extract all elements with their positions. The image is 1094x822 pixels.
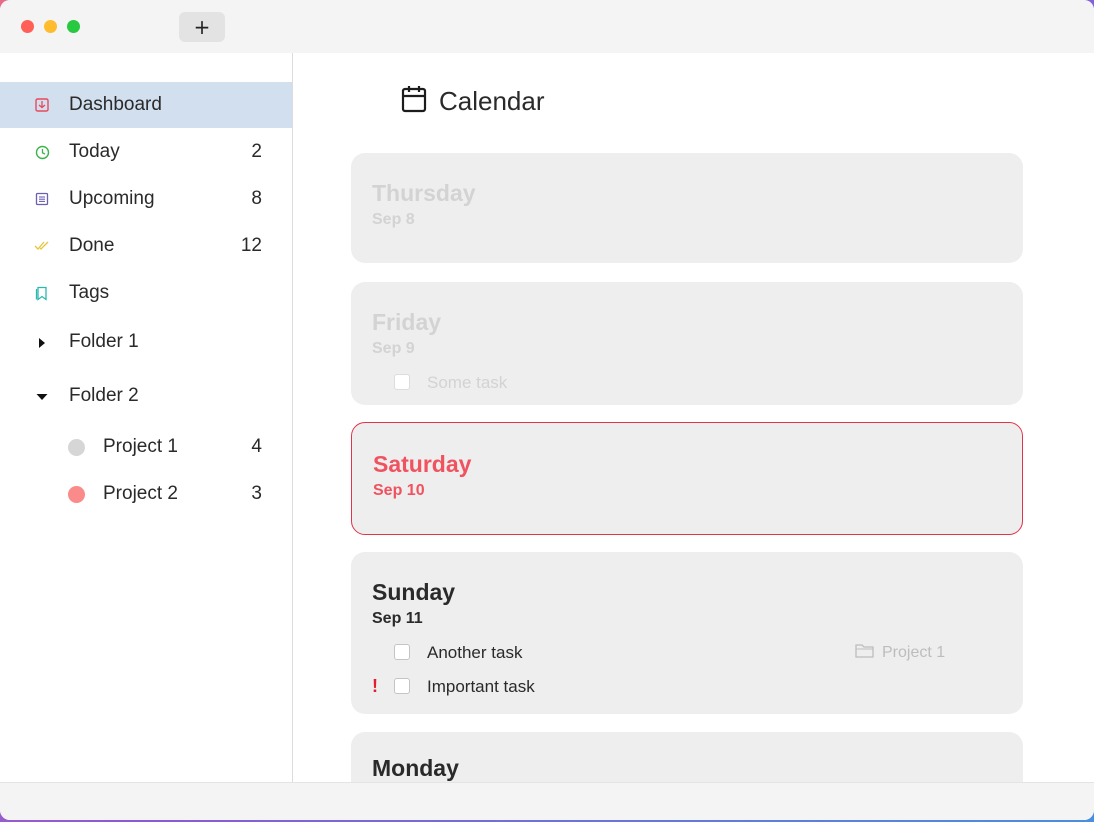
sidebar-item-label: Upcoming	[69, 188, 155, 209]
sidebar-folder-2[interactable]: Folder 2	[0, 373, 292, 419]
sidebar-item-project-1[interactable]: Project 1 4	[0, 424, 292, 470]
title-bar: +	[0, 0, 1094, 53]
project-color-dot	[68, 438, 85, 456]
task-row: ! Important task	[351, 675, 1023, 699]
sidebar-item-tags[interactable]: Tags	[0, 270, 292, 316]
sidebar-item-count: 2	[251, 141, 262, 162]
project-label: Project 1	[103, 436, 178, 457]
day-name: Thursday	[372, 180, 476, 206]
folder-label: Folder 2	[69, 385, 139, 406]
chevron-right-icon[interactable]	[36, 336, 48, 348]
task-title[interactable]: Some task	[427, 373, 507, 393]
calendar-icon	[401, 85, 427, 118]
day-card-thursday[interactable]: Thursday Sep 8	[351, 153, 1023, 263]
task-project-tag[interactable]: Project 1	[855, 643, 945, 663]
sidebar-item-label: Tags	[69, 282, 110, 303]
sidebar-item-done[interactable]: Done 12	[0, 223, 292, 269]
task-row: Some task	[351, 371, 1023, 395]
day-card-monday[interactable]: Monday	[351, 732, 1023, 782]
day-date: Sep 9	[372, 340, 415, 357]
minimize-window-button[interactable]	[44, 20, 57, 33]
project-count: 4	[251, 436, 262, 457]
sidebar-item-count: 12	[240, 235, 262, 256]
project-count: 3	[251, 483, 262, 504]
dashboard-icon	[34, 97, 50, 113]
main-content: Calendar Thursday Sep 8 Friday Sep 9 Som…	[293, 53, 1094, 782]
project-label: Project 2	[103, 483, 178, 504]
day-name: Monday	[372, 755, 459, 781]
double-check-icon	[34, 238, 50, 254]
priority-icon: !	[372, 676, 378, 696]
day-card-friday[interactable]: Friday Sep 9 Some task	[351, 282, 1023, 405]
task-project-label: Project 1	[882, 644, 946, 661]
chevron-down-icon[interactable]	[36, 390, 48, 402]
clock-icon	[34, 144, 50, 160]
folder-label: Folder 1	[69, 331, 139, 352]
task-checkbox[interactable]	[394, 374, 410, 390]
task-checkbox[interactable]	[394, 644, 410, 660]
day-date: Sep 10	[373, 482, 425, 499]
sidebar-item-today[interactable]: Today 2	[0, 129, 292, 175]
day-date: Sep 8	[372, 211, 415, 228]
task-checkbox[interactable]	[394, 678, 410, 694]
sidebar-item-upcoming[interactable]: Upcoming 8	[0, 176, 292, 222]
sidebar-item-label: Done	[69, 235, 115, 256]
add-button[interactable]: +	[179, 12, 225, 42]
sidebar-item-project-2[interactable]: Project 2 3	[0, 471, 292, 517]
day-card-sunday[interactable]: Sunday Sep 11 Another task Project 1 ! I…	[351, 552, 1023, 714]
day-name: Sunday	[372, 579, 456, 605]
calendar-list-icon	[34, 191, 50, 207]
project-color-dot	[68, 485, 85, 503]
day-name: Friday	[372, 309, 442, 335]
day-date: Sep 11	[372, 610, 423, 627]
sidebar-item-label: Today	[69, 141, 120, 162]
sidebar-folder-1[interactable]: Folder 1	[0, 319, 292, 365]
task-row: Another task Project 1	[351, 641, 1023, 665]
folder-icon	[855, 643, 874, 663]
bottom-bar	[0, 782, 1094, 820]
day-card-saturday[interactable]: Saturday Sep 10	[351, 422, 1023, 535]
sidebar-item-count: 8	[251, 188, 262, 209]
zoom-window-button[interactable]	[67, 20, 80, 33]
task-title[interactable]: Important task	[427, 677, 535, 697]
page-title: Calendar	[439, 85, 545, 116]
day-name: Saturday	[373, 451, 472, 477]
app-window: + Dashboard Today 2 Upcoming 8 Done 12 T…	[0, 0, 1094, 820]
sidebar: Dashboard Today 2 Upcoming 8 Done 12 Tag…	[0, 53, 293, 782]
bookmark-icon	[34, 285, 50, 301]
close-window-button[interactable]	[21, 20, 34, 33]
page-header: Calendar	[401, 85, 545, 118]
sidebar-item-label: Dashboard	[69, 94, 162, 115]
task-title[interactable]: Another task	[427, 643, 522, 663]
sidebar-item-dashboard[interactable]: Dashboard	[0, 82, 292, 128]
